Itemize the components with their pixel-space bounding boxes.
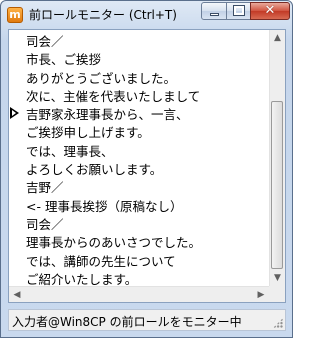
transcript-line: <- 理事長挨拶（原稿なし）: [26, 198, 183, 214]
minimize-icon: [210, 13, 219, 16]
transcript-line: ご挨拶申し上げます。: [26, 125, 150, 141]
transcript-line: ありがとうございました。: [26, 70, 177, 86]
transcript-line: 次に、主催を代表いたしまして: [26, 88, 201, 104]
vertical-scrollbar[interactable]: ▲ ▼: [269, 30, 285, 286]
status-text: 入力者@Win8CP の前ロールをモニター中: [12, 315, 242, 329]
status-bar: 入力者@Win8CP の前ロールをモニター中: [8, 309, 286, 331]
resize-grip-icon[interactable]: [273, 318, 283, 328]
close-icon: ✕: [264, 3, 276, 18]
transcript-line: 吉野／: [26, 180, 64, 196]
monitor-window: m 前ロールモニター (Ctrl+T) ✕ 司会／ 市長、ご挨拶 ありがとうござ…: [0, 0, 293, 338]
window-title: 前ロールモニター (Ctrl+T): [29, 8, 177, 22]
title-bar[interactable]: m 前ロールモニター (Ctrl+T) ✕: [1, 1, 292, 28]
vertical-scroll-thumb[interactable]: [271, 101, 283, 269]
transcript-line: 市長、ご挨拶: [26, 52, 102, 68]
horizontal-scrollbar[interactable]: ◀ ▶: [9, 286, 269, 302]
scroll-up-arrow-icon[interactable]: ▲: [270, 30, 285, 46]
transcript-line: では、講師の先生について: [26, 253, 176, 269]
transcript-text[interactable]: 司会／ 市長、ご挨拶 ありがとうございました。 次に、主催を代表いたしまして 吉…: [26, 33, 271, 286]
transcript-line-current: 吉野家永理事長から、一言、: [26, 107, 189, 123]
transcript-line: では、理事長、: [26, 143, 114, 159]
minimize-button[interactable]: [201, 2, 227, 20]
maximize-icon: [233, 5, 245, 16]
scroll-down-arrow-icon[interactable]: ▼: [270, 270, 285, 286]
transcript-line: 理事長からのあいさつでした。: [26, 235, 202, 251]
app-icon[interactable]: m: [7, 7, 23, 23]
transcript-line: ご紹介いたします。: [26, 271, 138, 286]
scroll-right-arrow-icon[interactable]: ▶: [253, 287, 269, 303]
scrollbar-corner: [269, 286, 285, 302]
transcript-line: よろしくお願いします。: [26, 162, 163, 178]
scroll-left-arrow-icon[interactable]: ◀: [9, 287, 25, 303]
transcript-line: 司会／: [26, 34, 64, 49]
current-line-marker-icon: [10, 107, 19, 119]
transcript-pane[interactable]: 司会／ 市長、ご挨拶 ありがとうございました。 次に、主催を代表いたしまして 吉…: [8, 29, 286, 303]
close-button[interactable]: ✕: [250, 2, 290, 20]
maximize-button[interactable]: [226, 2, 251, 20]
transcript-line: 司会／: [26, 216, 64, 232]
